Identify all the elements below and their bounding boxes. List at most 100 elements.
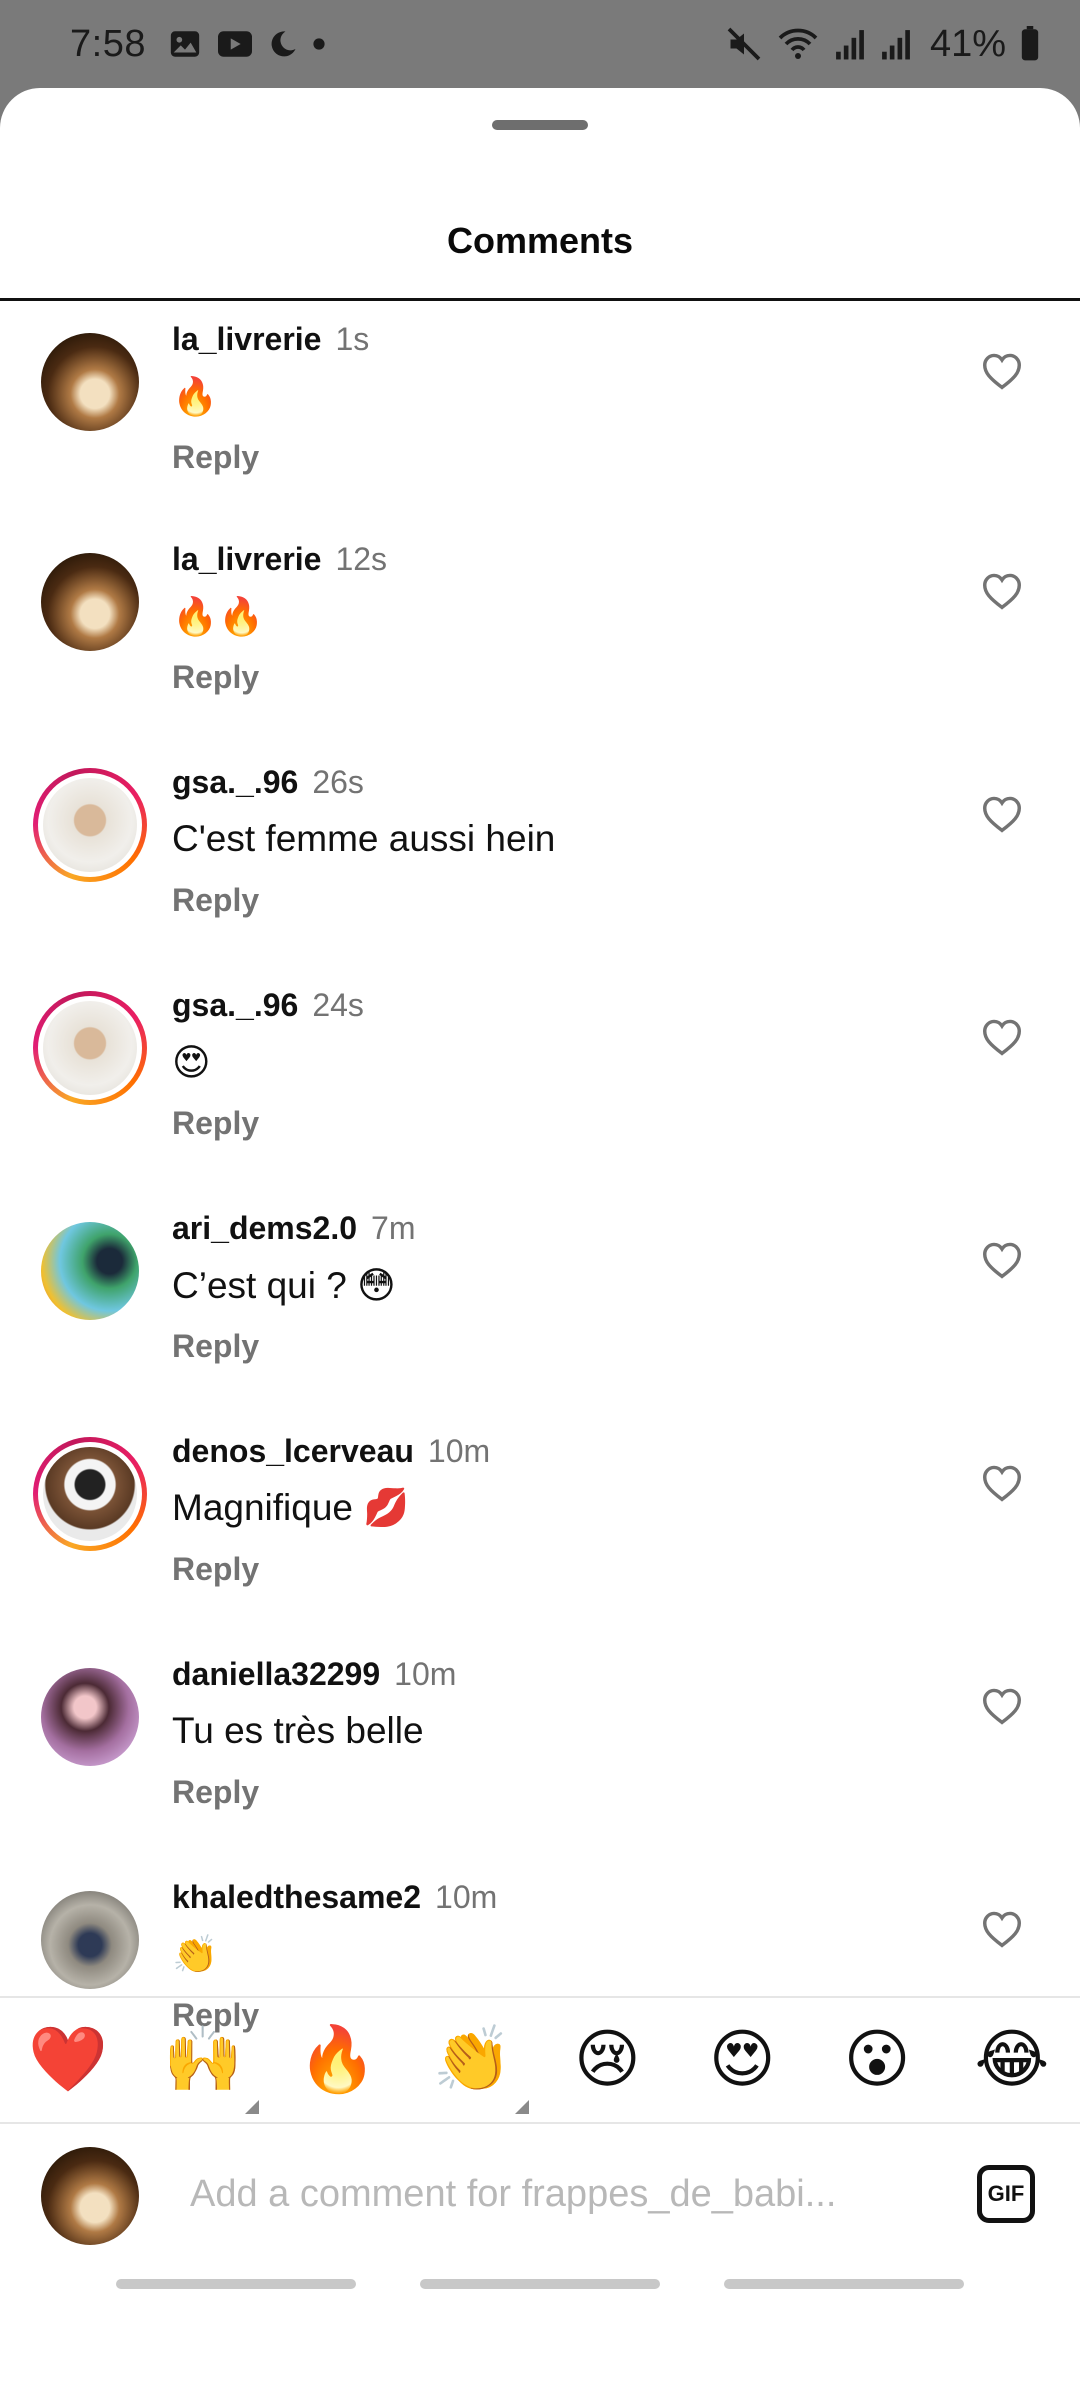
avatar-image: [43, 778, 137, 872]
comment-meta: la_livrerie 1s: [172, 321, 369, 358]
reaction-laughing-button[interactable]: 😂: [966, 2014, 1058, 2106]
signal-icon: [834, 27, 866, 61]
reaction-heart-button[interactable]: ❤️: [22, 2014, 114, 2106]
avatar[interactable]: [41, 1668, 139, 1766]
comment-username[interactable]: gsa._.96: [172, 764, 298, 800]
navigation-gesture-bar: [0, 2256, 1080, 2312]
comment-username[interactable]: la_livrerie: [172, 321, 321, 357]
comment-username[interactable]: ari_dems2.0: [172, 1210, 357, 1246]
comment-text: Tu es très belle: [172, 1710, 424, 1751]
reply-button[interactable]: Reply: [172, 659, 259, 696]
comment-meta: la_livrerie 12s: [172, 541, 387, 578]
gif-button[interactable]: GIF: [977, 2165, 1035, 2223]
avatar-ring-gap: [38, 996, 142, 1100]
comment-text: 😍: [172, 1041, 211, 1084]
avatar[interactable]: [41, 333, 139, 431]
comment-item: denos_lcerveau 10m Magnifique 💋 Reply: [0, 1413, 1080, 1636]
moon-icon: [268, 29, 298, 59]
status-right: 41%: [726, 23, 1040, 66]
wifi-icon: [776, 26, 820, 62]
comment-meta: gsa._.96 24s: [172, 987, 364, 1024]
skin-tone-indicator-icon: [514, 2100, 529, 2114]
avatar-story-ring[interactable]: [33, 991, 147, 1105]
comment-timestamp: 10m: [427, 1433, 491, 1469]
comment-username[interactable]: denos_lcerveau: [172, 1433, 414, 1469]
comment-username[interactable]: la_livrerie: [172, 541, 321, 577]
comment-timestamp: 12s: [335, 541, 388, 577]
comment-item: daniella32299 10m Tu es très belle Reply: [0, 1636, 1080, 1859]
avatar-image: [41, 1222, 139, 1320]
reaction-emoji: 🙌: [163, 2023, 243, 2097]
mute-icon: [726, 26, 762, 62]
avatar[interactable]: [41, 1222, 139, 1320]
avatar-story-ring[interactable]: [33, 768, 147, 882]
comment-timestamp: 10m: [394, 1656, 457, 1692]
reaction-emoji: 😍: [708, 2023, 776, 2097]
reaction-surprised-button[interactable]: 😮: [831, 2014, 923, 2106]
comment-timestamp: 26s: [312, 764, 364, 800]
comment-text: 🔥🔥: [172, 595, 265, 638]
reply-button[interactable]: Reply: [172, 1328, 259, 1365]
comment-timestamp: 10m: [435, 1879, 498, 1915]
youtube-icon: [216, 27, 254, 61]
sheet-title: Comments: [446, 220, 634, 261]
heart-icon[interactable]: [976, 345, 1028, 397]
nav-pill[interactable]: [116, 2279, 356, 2289]
comment-meta: daniella32299 10m: [172, 1656, 456, 1693]
avatar-image: [41, 1668, 139, 1766]
reaction-emoji: 😂: [974, 2023, 1050, 2097]
dot-icon: [312, 37, 326, 51]
reaction-raised-hands-button[interactable]: 🙌: [157, 2014, 259, 2114]
reaction-crying-button[interactable]: 😢: [561, 2014, 653, 2106]
reaction-fire-button[interactable]: 🔥: [292, 2014, 384, 2106]
comment-username[interactable]: daniella32299: [172, 1656, 380, 1692]
heart-icon[interactable]: [976, 1457, 1028, 1509]
reaction-heart-eyes-button[interactable]: 😍: [696, 2014, 788, 2106]
heart-icon[interactable]: [976, 1903, 1028, 1955]
battery-percent: 41%: [929, 22, 1006, 65]
avatar: [41, 2147, 139, 2245]
comment-item: ari_dems2.0 7m C’est qui ? 😳 Reply: [0, 1190, 1080, 1413]
heart-icon[interactable]: [976, 1680, 1028, 1732]
comment-text: Magnifique 💋: [172, 1487, 410, 1528]
comment-meta: denos_lcerveau 10m: [172, 1433, 490, 1470]
reply-button[interactable]: Reply: [172, 1105, 259, 1142]
heart-icon[interactable]: [976, 1011, 1028, 1063]
comment-meta: khaledthesame2 10m: [172, 1879, 497, 1916]
nav-pill[interactable]: [420, 2279, 660, 2289]
comment-composer: GIF: [0, 2124, 1080, 2256]
comment-item: gsa._.96 26s C'est femme aussi hein Reply: [0, 744, 1080, 967]
reply-button[interactable]: Reply: [172, 882, 259, 919]
quick-reaction-bar: ❤️ 🙌 🔥 👏 😢 😍 😮 😂: [0, 1996, 1080, 2124]
nav-pill[interactable]: [724, 2279, 964, 2289]
avatar-ring-gap: [38, 1442, 142, 1546]
avatar-image: [41, 333, 139, 431]
heart-icon[interactable]: [976, 565, 1028, 617]
comment-input[interactable]: [190, 2158, 910, 2230]
avatar-ring-gap: [38, 773, 142, 877]
avatar-image: [41, 1891, 139, 1989]
comment-timestamp: 7m: [371, 1210, 416, 1246]
status-time: 7:58: [70, 22, 146, 65]
comment-list[interactable]: la_livrerie 1s 🔥 Reply la_livrerie 12s 🔥🔥 …: [0, 301, 1080, 2082]
skin-tone-indicator-icon: [244, 2100, 259, 2114]
comment-username[interactable]: gsa._.96: [172, 987, 298, 1023]
heart-icon[interactable]: [976, 1234, 1028, 1286]
comment-item: la_livrerie 12s 🔥🔥 Reply: [0, 521, 1080, 744]
avatar[interactable]: [41, 1891, 139, 1989]
comment-text: 👏: [172, 1933, 219, 1976]
comment-timestamp: 24s: [312, 987, 364, 1023]
status-bar: 7:58 41%: [0, 0, 1080, 88]
heart-icon[interactable]: [976, 788, 1028, 840]
reaction-clap-button[interactable]: 👏: [427, 2014, 529, 2114]
battery-icon: [1020, 26, 1040, 62]
reply-button[interactable]: Reply: [172, 1551, 259, 1588]
reply-button[interactable]: Reply: [172, 439, 259, 476]
comment-text: C’est qui ? 😳: [172, 1265, 396, 1306]
reply-button[interactable]: Reply: [172, 1774, 259, 1811]
avatar[interactable]: [41, 553, 139, 651]
comment-username[interactable]: khaledthesame2: [172, 1879, 421, 1915]
reaction-emoji: 😮: [843, 2023, 911, 2097]
avatar-story-ring[interactable]: [33, 1437, 147, 1551]
drag-handle[interactable]: [492, 120, 588, 130]
